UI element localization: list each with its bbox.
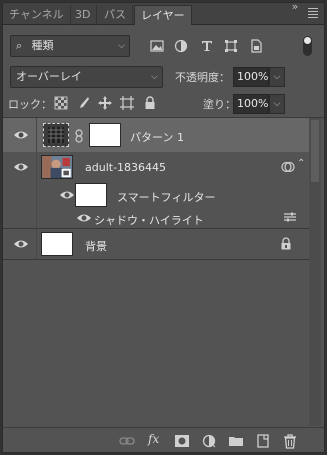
tab-channels[interactable]: チャンネル bbox=[3, 5, 71, 25]
panel-menu-icon[interactable] bbox=[306, 6, 320, 20]
new-layer-icon[interactable] bbox=[255, 433, 271, 449]
layer-name[interactable]: 背景 bbox=[85, 238, 107, 254]
new-group-folder-icon[interactable] bbox=[228, 433, 244, 449]
lock-image-pixels-icon[interactable] bbox=[76, 96, 90, 110]
layers-bottom-toolbar: fx bbox=[3, 427, 324, 452]
add-layer-mask-icon[interactable] bbox=[174, 433, 190, 449]
layer-style-fx-icon[interactable]: fx bbox=[148, 432, 159, 446]
smart-object-filter-icon[interactable] bbox=[248, 38, 264, 54]
photo-thumbnail-icon bbox=[42, 156, 72, 178]
mask-link-icon[interactable] bbox=[74, 129, 84, 143]
blend-mode-dropdown[interactable]: オーバーレイ ⌵ bbox=[10, 66, 163, 88]
link-layers-icon[interactable] bbox=[119, 433, 135, 449]
layer-row-background[interactable]: 背景 bbox=[3, 229, 309, 259]
layer-name[interactable]: シャドウ・ハイライト bbox=[94, 212, 204, 228]
filter-effect-row[interactable]: シャドウ・ハイライト bbox=[3, 208, 309, 228]
trash-icon[interactable] bbox=[282, 433, 298, 449]
shape-layer-filter-icon[interactable] bbox=[223, 38, 239, 54]
fill-label: 塗り： bbox=[203, 98, 236, 111]
filter-blending-options-icon[interactable] bbox=[283, 211, 297, 223]
layer-filter-row: ⌕ 種類 ⌵ bbox=[3, 34, 324, 60]
filter-toggle[interactable] bbox=[303, 36, 312, 56]
opacity-input[interactable]: 100% bbox=[233, 67, 269, 87]
scrollbar-thumb[interactable] bbox=[311, 120, 319, 182]
lock-artboard-icon[interactable] bbox=[120, 96, 134, 110]
pixel-layer-filter-icon[interactable] bbox=[149, 38, 165, 54]
opacity-label: 不透明度： bbox=[175, 71, 230, 84]
eye-icon[interactable] bbox=[59, 188, 75, 202]
blend-row: オーバーレイ ⌵ 不透明度： 100% ⌵ bbox=[3, 65, 324, 89]
divider bbox=[3, 259, 309, 260]
new-adjustment-layer-icon[interactable] bbox=[201, 433, 217, 449]
eye-icon[interactable] bbox=[13, 160, 29, 174]
layer-name[interactable]: スマートフィルター bbox=[117, 189, 215, 205]
layers-panel: × チャンネル 3D パス レイヤー » ⌕ 種類 ⌵ bbox=[2, 0, 325, 453]
type-layer-filter-icon[interactable] bbox=[199, 38, 215, 54]
panel-tab-bar: × チャンネル 3D パス レイヤー » bbox=[3, 0, 324, 25]
eye-icon[interactable] bbox=[76, 211, 92, 225]
eye-icon[interactable] bbox=[13, 128, 29, 142]
tab-paths[interactable]: パス bbox=[98, 5, 133, 25]
search-icon: ⌕ bbox=[16, 39, 23, 52]
layer-row-adult[interactable]: adult-1836445 ⌃ bbox=[3, 152, 309, 182]
lock-row: ロック： 塗り： 100% ⌵ bbox=[3, 92, 324, 116]
lock-label: ロック： bbox=[8, 98, 52, 111]
layer-name[interactable]: パターン 1 bbox=[130, 129, 184, 145]
lock-icon bbox=[281, 237, 291, 250]
pattern-fill-icon bbox=[48, 127, 64, 143]
layer-name[interactable]: adult-1836445 bbox=[85, 161, 166, 174]
adjustment-layer-filter-icon[interactable] bbox=[173, 38, 189, 54]
smart-filter-mask-thumbnail[interactable] bbox=[75, 183, 107, 207]
lock-all-icon[interactable] bbox=[143, 96, 157, 110]
layer-mask-thumbnail[interactable] bbox=[89, 123, 121, 147]
tab-3d[interactable]: 3D bbox=[69, 5, 98, 25]
visibility-column bbox=[3, 182, 37, 208]
filter-kind-label: 種類 bbox=[31, 39, 54, 52]
visibility-column bbox=[3, 208, 37, 228]
filter-kind-dropdown[interactable]: ⌕ 種類 ⌵ bbox=[10, 35, 130, 57]
lock-transparent-pixels-icon[interactable] bbox=[54, 96, 68, 110]
layers-scrollbar[interactable] bbox=[309, 118, 321, 426]
lock-position-icon[interactable] bbox=[98, 96, 112, 110]
collapse-chevron-icon[interactable]: ⌃ bbox=[297, 158, 305, 169]
fill-input[interactable]: 100% bbox=[233, 94, 269, 114]
tab-layers[interactable]: レイヤー bbox=[134, 5, 192, 25]
panel-close-icon[interactable]: » bbox=[288, 0, 302, 14]
background-thumbnail[interactable] bbox=[41, 232, 73, 256]
chevron-down-icon: ⌵ bbox=[118, 41, 125, 51]
layer-row-pattern[interactable]: パターン 1 bbox=[3, 118, 309, 152]
eye-icon[interactable] bbox=[13, 237, 29, 251]
pattern-fill-thumbnail[interactable] bbox=[43, 123, 69, 147]
chevron-down-icon: ⌵ bbox=[151, 72, 158, 82]
blend-mode-value: オーバーレイ bbox=[16, 70, 82, 83]
smart-filter-row[interactable]: スマートフィルター bbox=[3, 182, 309, 208]
smart-object-thumbnail[interactable] bbox=[41, 155, 73, 179]
opacity-slider-chevron-icon[interactable]: ⌵ bbox=[269, 67, 285, 87]
smart-filter-badge-icon[interactable] bbox=[281, 160, 295, 174]
fill-slider-chevron-icon[interactable]: ⌵ bbox=[269, 94, 285, 114]
